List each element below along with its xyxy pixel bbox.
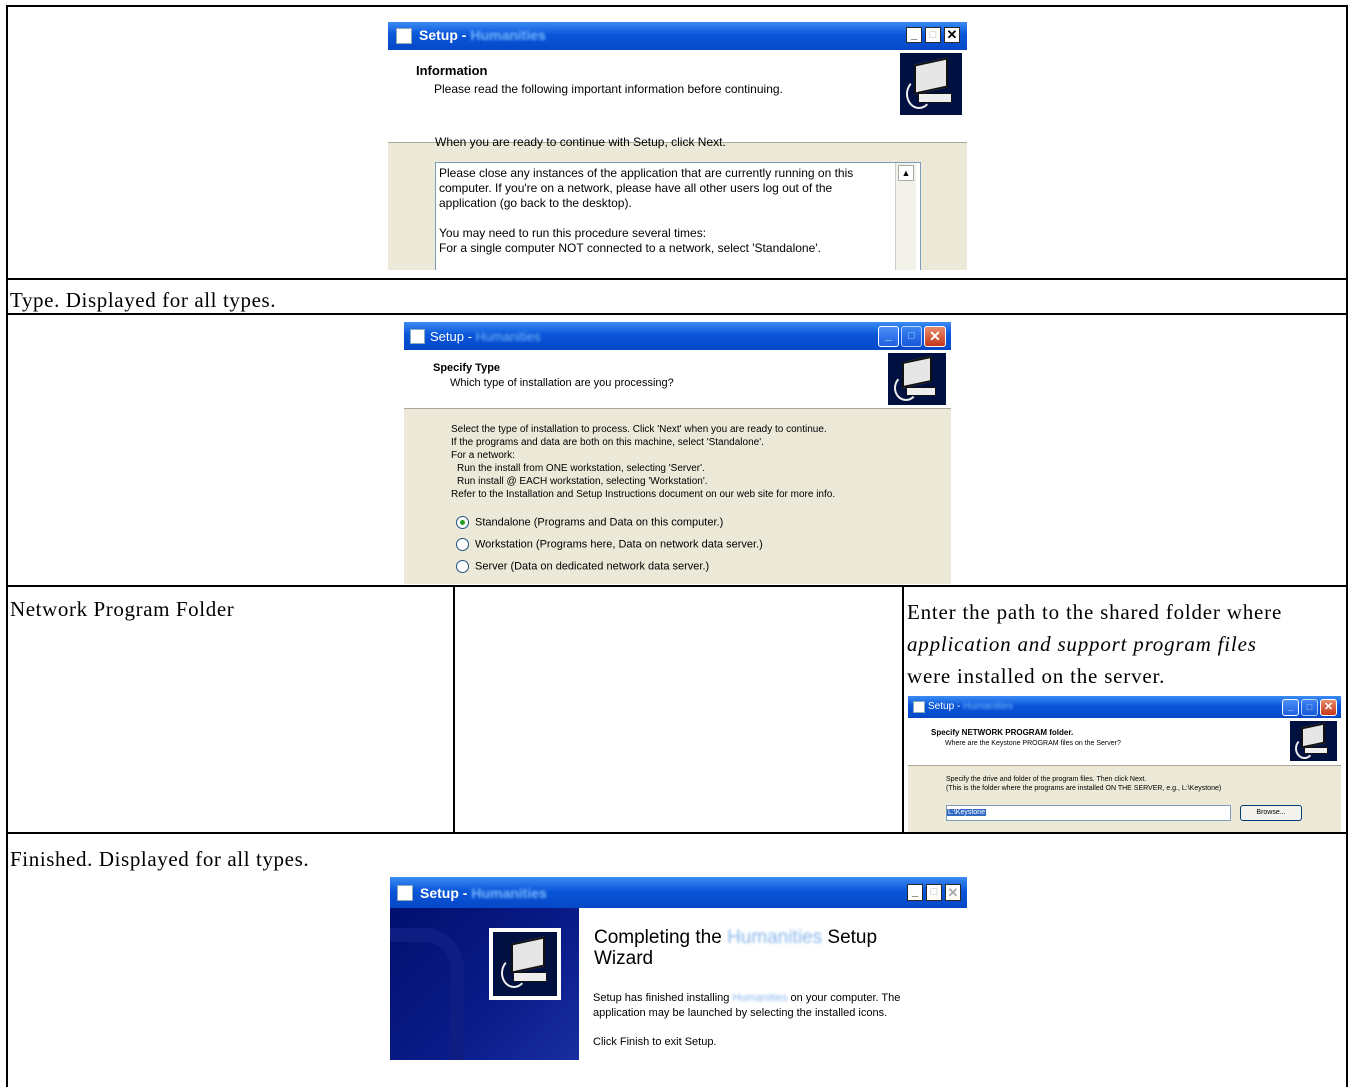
- description-line: Enter the path to the shared folder wher…: [907, 600, 1283, 624]
- instruction-line: Select the type of installation to proce…: [451, 424, 827, 435]
- minimize-button[interactable]: _: [878, 326, 899, 347]
- title-bar: Setup - Humanities _ □ ✕: [404, 322, 951, 350]
- header-title: Specify Type: [433, 362, 501, 374]
- instruction-line: Specify the drive and folder of the prog…: [946, 776, 1147, 783]
- network-description: Enter the path to the shared folder wher…: [907, 596, 1282, 692]
- row-divider: [6, 278, 1348, 280]
- description-line: were installed on the server.: [907, 664, 1166, 688]
- header-subtitle: Where are the Keystone PROGRAM files on …: [945, 740, 1121, 747]
- window-title: Setup - Humanities: [420, 885, 547, 901]
- setup-window-specify-type: Setup - Humanities _ □ ✕ Specify Type Wh…: [404, 322, 951, 584]
- row-divider: [6, 585, 1348, 587]
- column-divider: [453, 585, 455, 834]
- instruction-line: Refer to the Installation and Setup Inst…: [451, 489, 836, 500]
- wizard-header: Information Please read the following im…: [388, 50, 967, 143]
- header-subtitle: Please read the following important info…: [434, 82, 783, 96]
- radio-selected-icon[interactable]: [456, 516, 469, 529]
- type-instructions: Select the type of installation to proce…: [451, 423, 835, 501]
- setup-icon: [396, 28, 412, 44]
- setup-window-network-folder: Setup - Humanities _ □ ✕ Specify NETWORK…: [908, 696, 1341, 832]
- radio-label: Server (Data on dedicated network data s…: [475, 560, 710, 573]
- radio-label: Workstation (Programs here, Data on netw…: [475, 538, 763, 551]
- memo-scrollbar[interactable]: ▲: [895, 163, 916, 270]
- exit-message: Click Finish to exit Setup.: [593, 1036, 717, 1048]
- setup-icon: [397, 885, 413, 901]
- minimize-button[interactable]: _: [906, 27, 922, 43]
- radio-icon[interactable]: [456, 538, 469, 551]
- setup-window-information: Setup - Humanities _ □ ✕ Information Ple…: [388, 22, 967, 270]
- memo-line: [439, 211, 920, 226]
- radio-label: Standalone (Programs and Data on this co…: [475, 516, 724, 529]
- description-line-italic: application and support program files: [907, 632, 1257, 656]
- row-divider: [6, 313, 1348, 315]
- finish-message: Setup has finished installing Humanities…: [593, 992, 901, 1019]
- instruction-line: If the programs and data are both on thi…: [451, 437, 764, 448]
- window-title: Setup - Humanities: [419, 27, 546, 43]
- memo-line: Please close any instances of the applic…: [439, 166, 854, 180]
- instruction-line: Run install @ EACH workstation, selectin…: [457, 476, 708, 487]
- minimize-button[interactable]: _: [1282, 699, 1299, 716]
- information-memo[interactable]: Please close any instances of the applic…: [435, 162, 921, 270]
- continue-prompt: When you are ready to continue with Setu…: [435, 135, 726, 149]
- minimize-button[interactable]: _: [907, 884, 923, 901]
- radio-icon[interactable]: [456, 560, 469, 573]
- table-border-left: [6, 5, 8, 1087]
- memo-line: For a single computer NOT connected to a…: [439, 241, 821, 255]
- setup-computer-icon: [900, 53, 962, 115]
- wizard-header: Specify NETWORK PROGRAM folder. Where ar…: [908, 718, 1341, 766]
- header-title: Specify NETWORK PROGRAM folder.: [931, 728, 1074, 737]
- title-bar: Setup - Humanities _ □ ✕: [908, 696, 1341, 718]
- browse-button[interactable]: Browse...: [1240, 805, 1302, 821]
- setup-computer-icon: [888, 353, 946, 405]
- maximize-button[interactable]: □: [926, 884, 942, 901]
- column-divider: [902, 585, 904, 834]
- setup-icon: [913, 701, 925, 713]
- network-folder-label: Network Program Folder: [10, 597, 235, 621]
- maximize-button[interactable]: □: [1301, 699, 1318, 716]
- instruction-line: Run the install from ONE workstation, se…: [457, 463, 705, 474]
- radio-workstation[interactable]: Workstation (Programs here, Data on netw…: [456, 538, 763, 551]
- wizard-side-banner: [390, 908, 579, 1060]
- table-border-top: [6, 5, 1348, 7]
- maximize-button[interactable]: □: [925, 27, 941, 43]
- header-subtitle: Which type of installation are you proce…: [450, 377, 674, 389]
- close-button[interactable]: ✕: [944, 27, 960, 43]
- title-bar: Setup - Humanities _ □ ✕: [388, 22, 967, 50]
- maximize-button[interactable]: □: [901, 326, 922, 347]
- close-button[interactable]: ✕: [924, 326, 946, 347]
- window-title: Setup - Humanities: [430, 329, 541, 344]
- radio-server[interactable]: Server (Data on dedicated network data s…: [456, 560, 709, 573]
- close-button[interactable]: ✕: [945, 884, 961, 901]
- window-title: Setup - Humanities: [928, 701, 1014, 712]
- path-value: L:\Keystone: [947, 809, 986, 816]
- finish-heading: Completing the Humanities Setup Wizard: [594, 927, 878, 969]
- finished-caption: Finished. Displayed for all types.: [10, 847, 310, 871]
- instruction-line: (This is the folder where the programs a…: [946, 785, 1222, 792]
- setup-icon: [410, 329, 425, 344]
- banner-decoration: [390, 928, 464, 1060]
- type-caption: Type. Displayed for all types.: [10, 288, 277, 312]
- setup-window-finished: Setup - Humanities _ □ ✕ Completing the …: [390, 877, 967, 1060]
- memo-line: application (go back to the desktop).: [439, 196, 632, 210]
- header-title: Information: [416, 63, 488, 78]
- memo-line: computer. If you're on a network, please…: [439, 181, 833, 195]
- title-bar: Setup - Humanities _ □ ✕: [390, 877, 967, 908]
- memo-line: You may need to run this procedure sever…: [439, 226, 707, 240]
- row-divider: [6, 832, 1348, 834]
- setup-computer-icon: [489, 928, 561, 1000]
- wizard-header: Specify Type Which type of installation …: [404, 350, 951, 409]
- setup-computer-icon: [1290, 721, 1337, 761]
- instruction-line: For a network:: [451, 450, 515, 461]
- path-input[interactable]: L:\Keystone: [946, 805, 1231, 821]
- scroll-up-arrow-icon[interactable]: ▲: [898, 165, 914, 181]
- radio-standalone[interactable]: Standalone (Programs and Data on this co…: [456, 516, 723, 529]
- close-button[interactable]: ✕: [1320, 699, 1337, 716]
